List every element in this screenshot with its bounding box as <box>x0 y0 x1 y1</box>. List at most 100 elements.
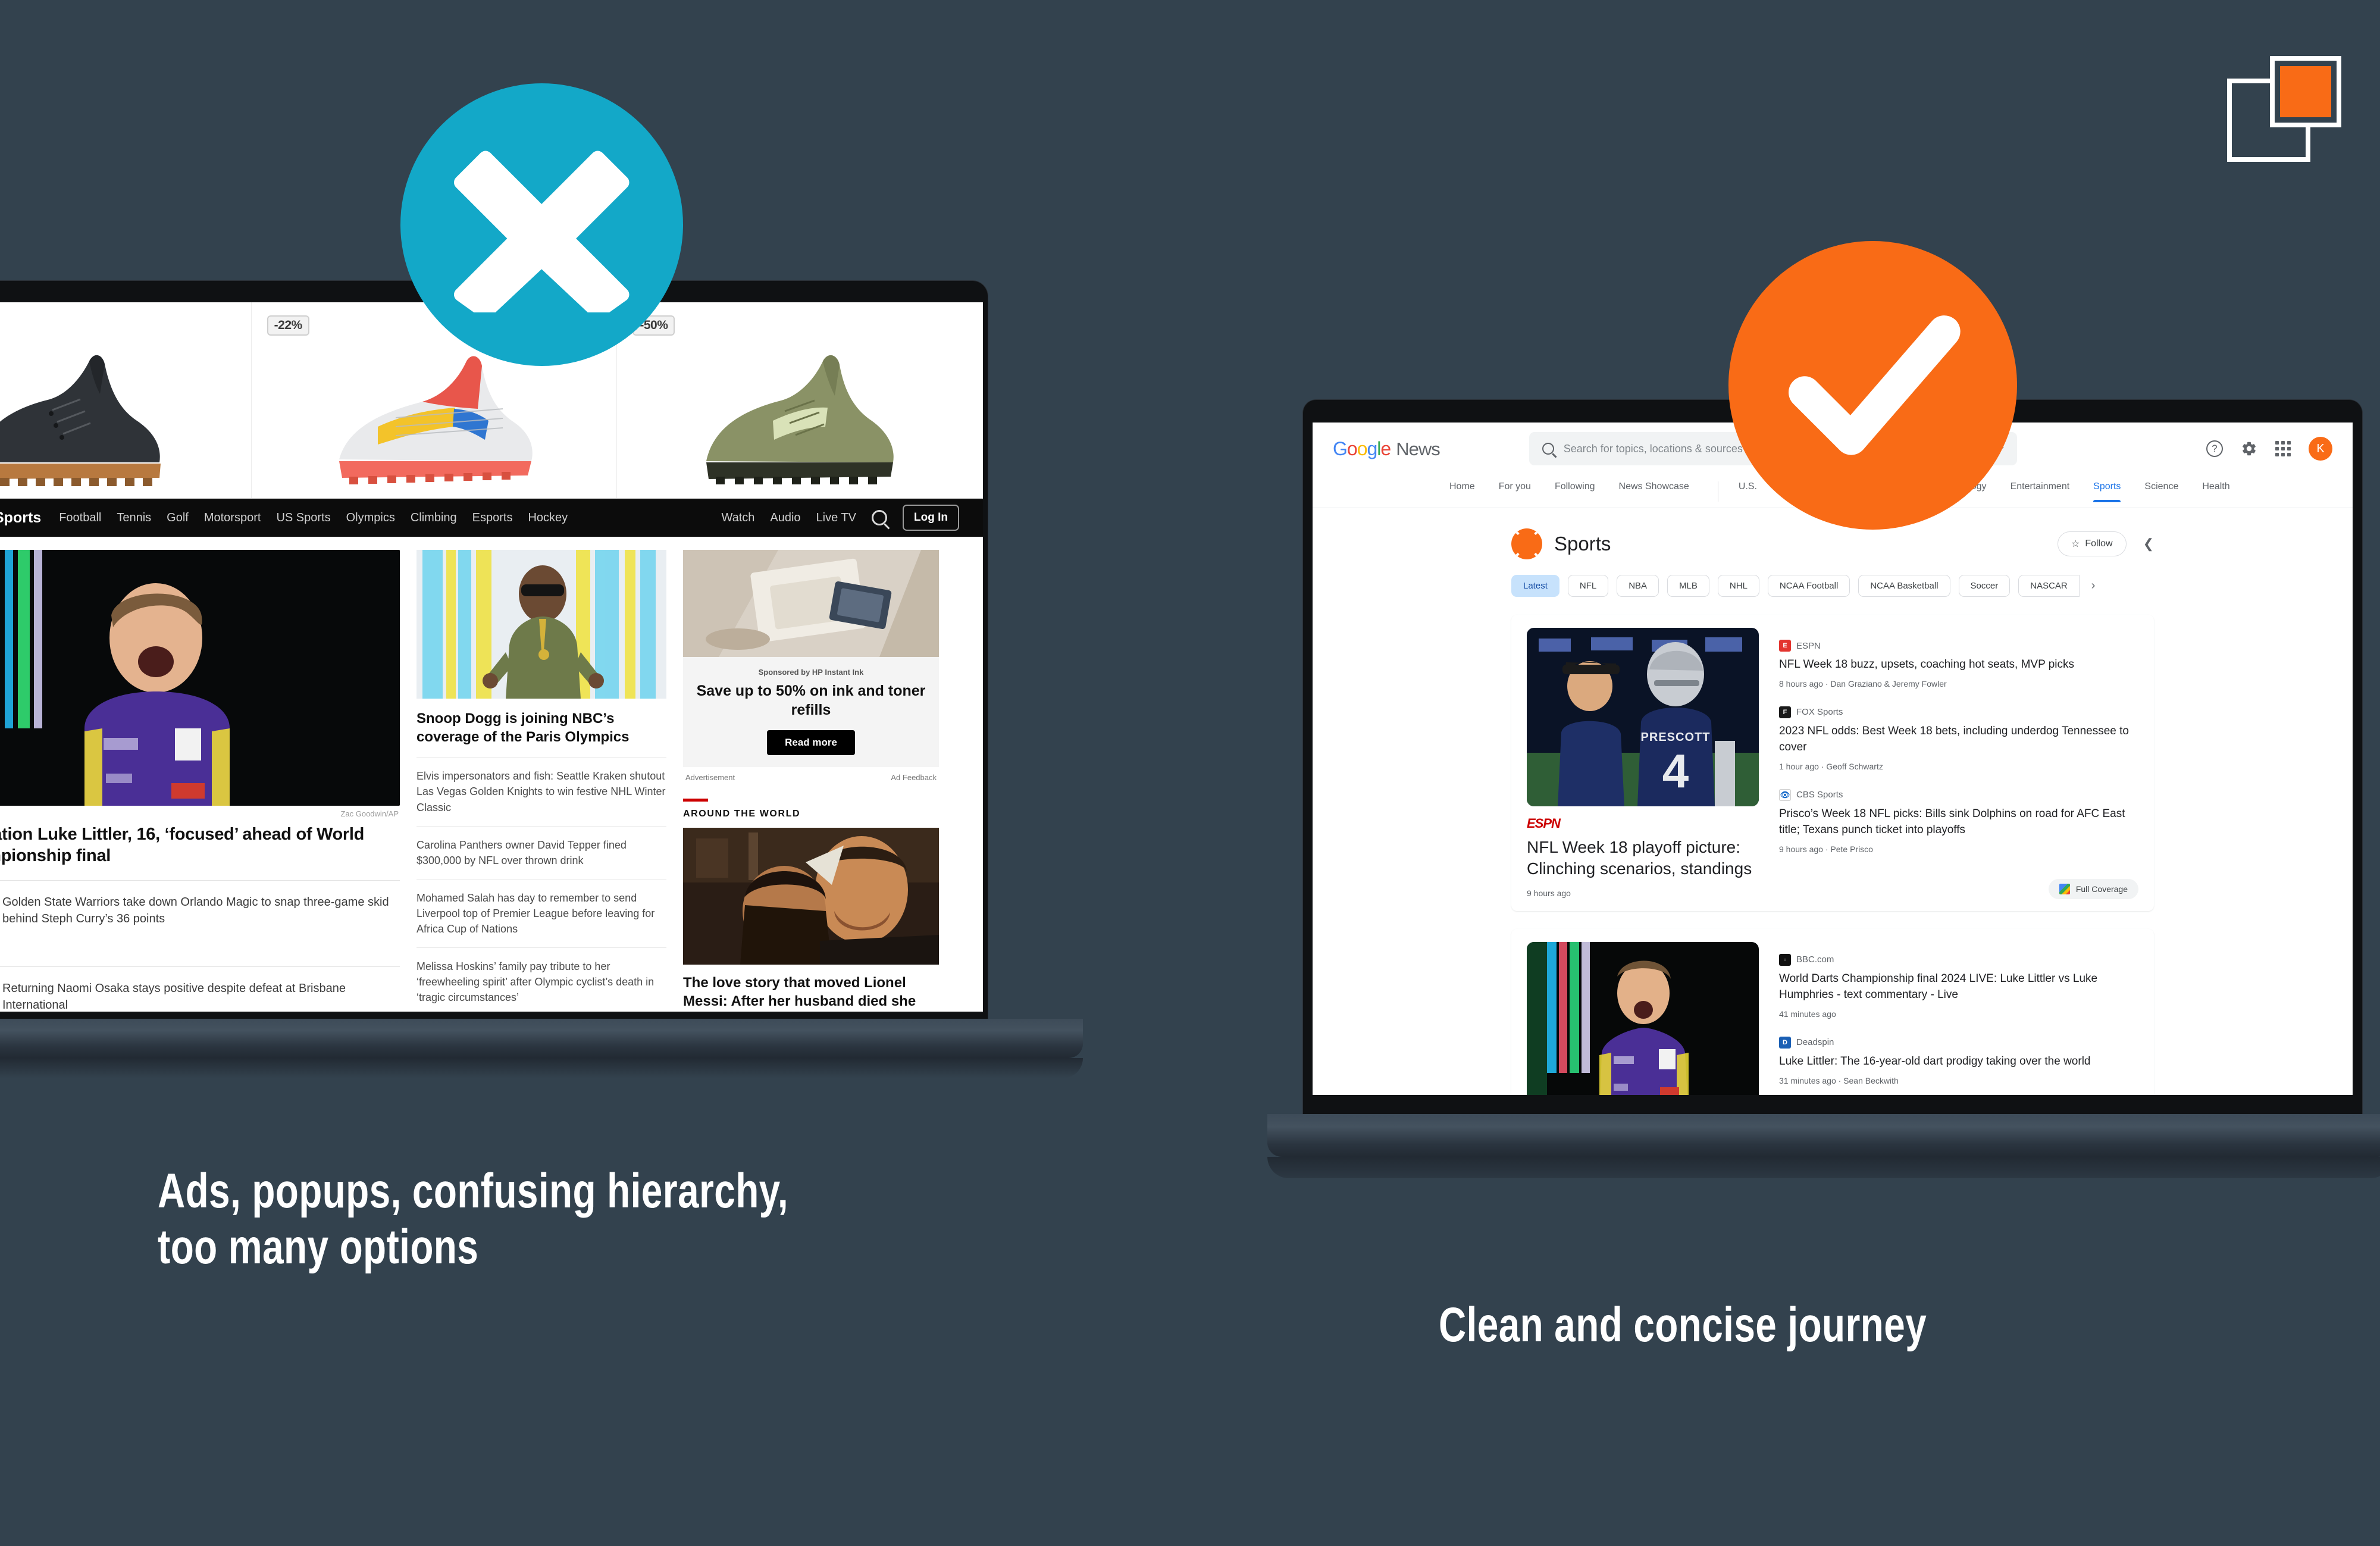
cnn-nav-motorsport[interactable]: Motorsport <box>204 511 261 525</box>
messi-story-title[interactable]: The love story that moved Lionel Messi: … <box>683 974 939 1012</box>
cnn-nav-watch[interactable]: Watch <box>721 511 754 525</box>
story-title[interactable]: World Darts Championship final 2024 LIVE… <box>1779 971 2138 1003</box>
login-button[interactable]: Log In <box>903 505 959 531</box>
cnn-nav-hockey[interactable]: Hockey <box>528 511 568 525</box>
story-title[interactable]: Luke Littler: The 16-year-old dart prodi… <box>1779 1054 2138 1070</box>
cnn-mid-item-0[interactable]: Elvis impersonators and fish: Seattle Kr… <box>416 768 666 815</box>
caption-good: Clean and concise journey <box>1439 1298 1927 1352</box>
tab-sports[interactable]: Sports <box>2093 481 2121 502</box>
story-title[interactable]: 2023 NFL odds: Best Week 18 bets, includ… <box>1779 724 2138 756</box>
story-item[interactable]: F FOX Sports 2023 NFL odds: Best Week 18… <box>1779 706 2138 771</box>
tab-for-you[interactable]: For you <box>1499 481 1531 502</box>
cnn-nav-climbing[interactable]: Climbing <box>411 511 457 525</box>
chip-nba[interactable]: NBA <box>1617 575 1659 597</box>
full-coverage-button[interactable]: Full Coverage <box>2048 878 2138 899</box>
source-name: BBC.com <box>1796 954 1834 965</box>
gear-icon[interactable] <box>2241 440 2257 457</box>
ad-sponsor-label: Sponsored by HP Instant Ink <box>758 668 864 677</box>
lead-headline[interactable]: NFL Week 18 playoff picture: Clinching s… <box>1527 837 1759 880</box>
cnn-nav-olympics[interactable]: Olympics <box>346 511 395 525</box>
svg-text:PRESCOTT: PRESCOTT <box>1641 731 1711 744</box>
hp-ad-card[interactable]: Sponsored by HP Instant Ink Save up to 5… <box>683 550 939 767</box>
chip-ncaa-football[interactable]: NCAA Football <box>1767 575 1850 597</box>
chip-nhl[interactable]: NHL <box>1717 575 1759 597</box>
cnn-section-title[interactable]: Sports <box>0 509 41 527</box>
chip-ncaa-basketball[interactable]: NCAA Basketball <box>1858 575 1950 597</box>
chip-nfl[interactable]: NFL <box>1567 575 1609 597</box>
story-item[interactable]: D Deadspin Luke Littler: The 16-year-old… <box>1779 1036 2138 1085</box>
story-item[interactable]: E ESPN NFL Week 18 buzz, upsets, coachin… <box>1779 640 2138 688</box>
story-time: 1 hour ago · Geoff Schwartz <box>1779 761 1883 771</box>
caption-bad: Ads, popups, confusing hierarchy, too ma… <box>158 1164 789 1275</box>
source-row: ▫ BBC.com <box>1779 953 2138 966</box>
follow-label: Follow <box>2085 539 2113 549</box>
card-lead-story[interactable]: PRESCOTT 4 ESPN NFL Week 18 playoff pict… <box>1527 628 1759 898</box>
card-lead-story[interactable]: CNN Darts sensation Luke Littler, 16, ‘f… <box>1527 941 1759 1095</box>
chip-latest[interactable]: Latest <box>1511 575 1559 597</box>
share-icon[interactable]: ❮ <box>2143 536 2154 552</box>
search-icon[interactable] <box>872 510 888 525</box>
cnn-nav-esports[interactable]: Esports <box>472 511 513 525</box>
cnn-nav-tennis[interactable]: Tennis <box>117 511 151 525</box>
cbs-sports-icon: 👁 <box>1779 788 1791 801</box>
lead-timestamp: 9 hours ago <box>1527 888 1571 898</box>
story-item[interactable]: 👁 CBS Sports Prisco’s Week 18 NFL picks:… <box>1779 788 2138 854</box>
cnn-nav-us-sports[interactable]: US Sports <box>276 511 330 525</box>
story-title[interactable]: NFL Week 18 buzz, upsets, coaching hot s… <box>1779 657 2138 673</box>
cnn-mid-item-2[interactable]: Mohamed Salah has day to remember to sen… <box>416 890 666 937</box>
chip-soccer[interactable]: Soccer <box>1958 575 2011 597</box>
hero-image-darts[interactable] <box>0 550 400 806</box>
cnn-nav-right: Watch Audio Live TV Log In <box>721 505 959 531</box>
tab-news-showcase[interactable]: News Showcase <box>1619 481 1689 502</box>
help-icon[interactable]: ? <box>2206 440 2223 457</box>
cnn-nav-live-tv[interactable]: Live TV <box>816 511 856 525</box>
story-item[interactable]: ▫ BBC.com World Darts Championship final… <box>1779 953 2138 1019</box>
tab-health[interactable]: Health <box>2202 481 2229 502</box>
chevron-right-icon[interactable]: › <box>2091 579 2096 593</box>
avatar[interactable]: K <box>2309 437 2332 461</box>
cnn-nav-football[interactable]: Football <box>59 511 101 525</box>
ad-meta: Advertisement Ad Feedback <box>683 767 939 782</box>
divider <box>416 947 666 949</box>
cnn-nav-audio[interactable]: Audio <box>770 511 800 525</box>
news-card-nfl[interactable]: PRESCOTT 4 ESPN NFL Week 18 playoff pict… <box>1511 615 2154 911</box>
ad-feedback-link[interactable]: Ad Feedback <box>891 773 937 782</box>
chip-mlb[interactable]: MLB <box>1667 575 1709 597</box>
laptop-left-shadow <box>0 1058 1083 1078</box>
star-icon: ☆ <box>2071 539 2080 549</box>
laptop-right-shadow <box>1267 1157 2380 1178</box>
messi-story-image[interactable] <box>683 828 939 965</box>
tab-science[interactable]: Science <box>2144 481 2178 502</box>
deadspin-icon: D <box>1779 1036 1791 1049</box>
hero-headline[interactable]: Darts sensation Luke Littler, 16, ‘focus… <box>0 824 400 867</box>
tab-us[interactable]: U.S. <box>1717 481 1757 502</box>
follow-button[interactable]: ☆ Follow <box>2057 531 2127 556</box>
google-news-logo[interactable]: Google News <box>1333 438 1440 460</box>
cnn-sub-story-2[interactable]: Returning Naomi Osaka stays positive des… <box>0 980 400 1012</box>
shoe-ad-3[interactable]: -50% <box>617 302 983 498</box>
story-title[interactable]: Prisco’s Week 18 NFL picks: Bills sink D… <box>1779 806 2138 838</box>
cnn-sub-story-1[interactable]: Golden State Warriors take down Orlando … <box>0 894 400 953</box>
google-news-content: Sports ☆ Follow ❮ Latest NFL NBA MLB NHL… <box>1511 528 2154 1095</box>
advertisement-label: Advertisement <box>685 773 735 782</box>
tab-home[interactable]: Home <box>1449 481 1475 502</box>
read-more-button[interactable]: Read more <box>767 730 855 755</box>
apps-grid-icon[interactable] <box>2275 441 2291 456</box>
cnn-mid-item-3[interactable]: Melissa Hoskins’ family pay tribute to h… <box>416 959 666 1005</box>
topic-chips: Latest NFL NBA MLB NHL NCAA Football NCA… <box>1511 575 2154 597</box>
hero-credit: Zac Goodwin/AP <box>340 809 399 818</box>
cnn-mid-item-1[interactable]: Carolina Panthers owner David Tepper fin… <box>416 837 666 868</box>
shoe-ad-1[interactable] <box>0 302 252 498</box>
around-the-world-label: AROUND THE WORLD <box>683 809 801 819</box>
search-icon <box>1542 443 1554 455</box>
news-card-darts[interactable]: CNN Darts sensation Luke Littler, 16, ‘f… <box>1511 928 2154 1095</box>
snoop-dogg-headline[interactable]: Snoop Dogg is joining NBC’s coverage of … <box>416 709 666 746</box>
cnn-nav-golf[interactable]: Golf <box>167 511 189 525</box>
search-placeholder: Search for topics, locations & sources <box>1563 442 1743 455</box>
page-title: Sports <box>1554 533 1611 555</box>
chip-nascar[interactable]: NASCAR <box>2018 575 2080 597</box>
tab-following[interactable]: Following <box>1555 481 1595 502</box>
snoop-dogg-image[interactable] <box>416 550 666 699</box>
tab-entertainment[interactable]: Entertainment <box>2011 481 2070 502</box>
cnn-sub-story-2-text: Returning Naomi Osaka stays positive des… <box>2 981 346 1012</box>
